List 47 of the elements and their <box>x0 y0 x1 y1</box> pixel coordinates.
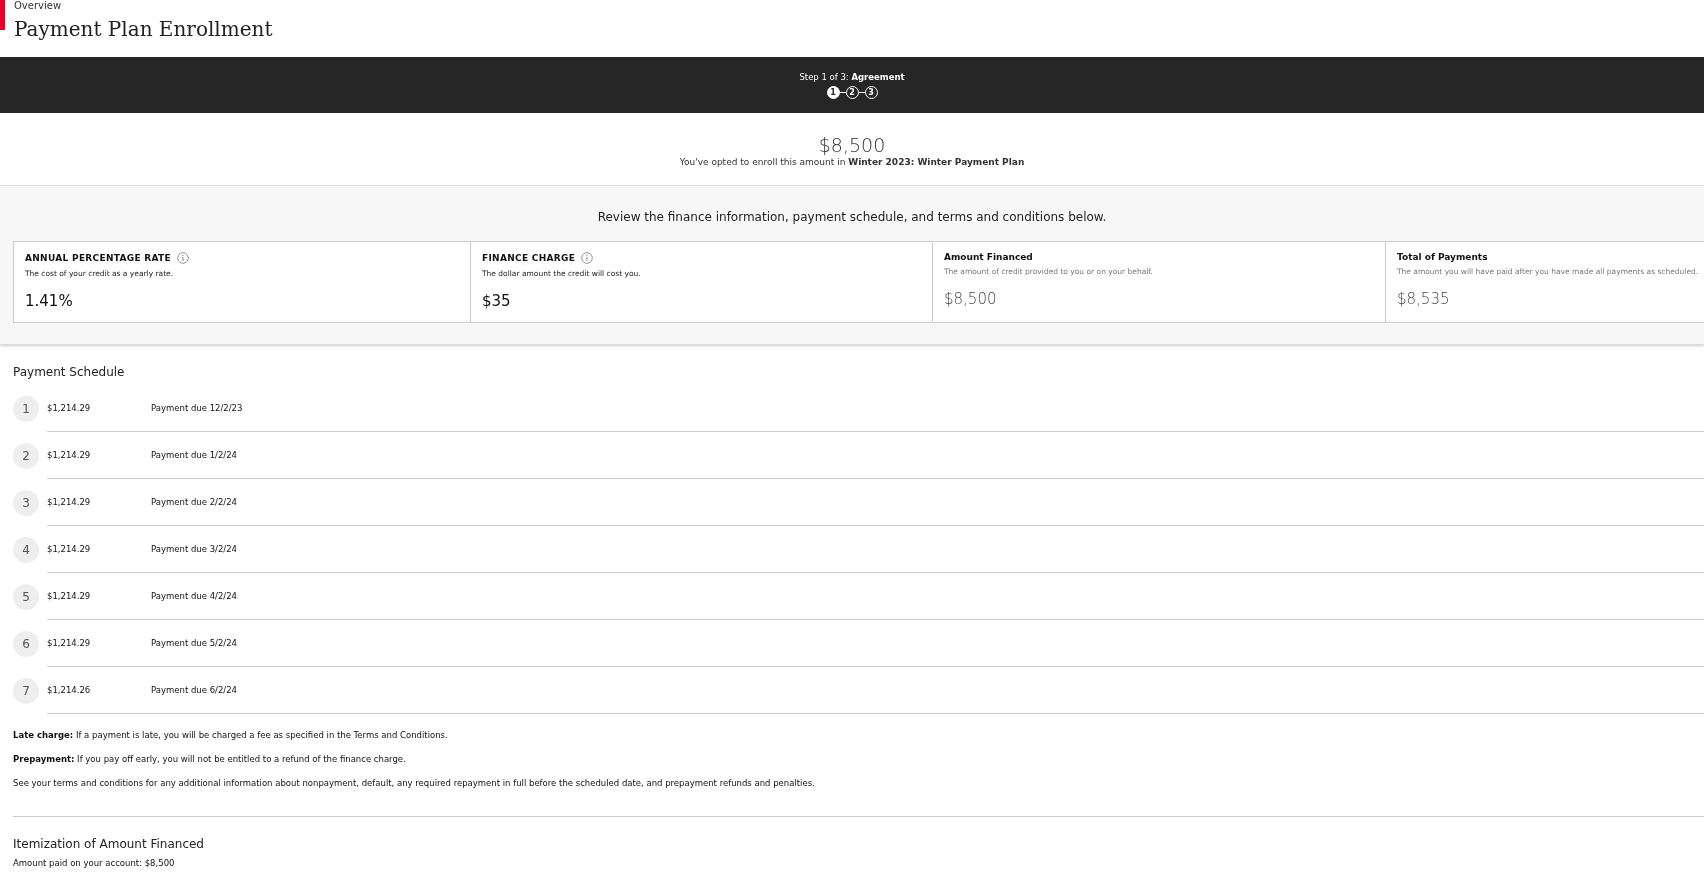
info-icon[interactable] <box>581 252 594 264</box>
payment-amount: $1,214.29 <box>47 544 92 554</box>
payment-due-date: Payment due 4/2/24 <box>151 591 237 601</box>
card-value: 1.41% <box>25 292 74 310</box>
payment-due-date: Payment due 3/2/24 <box>151 544 237 554</box>
card-title: ANNUAL PERCENTAGE RATE <box>25 253 171 263</box>
payment-amount: $1,214.29 <box>47 591 92 601</box>
itemization-text: Amount paid on your account: $8,500 <box>13 857 176 870</box>
step-connector <box>839 91 846 93</box>
step-label: Step 1 of 3: Agreement <box>799 71 905 82</box>
card-title: Amount Financed <box>944 252 1033 262</box>
section-heading: Itemization of Amount Financed <box>13 837 205 851</box>
accent-bar <box>0 0 5 30</box>
card-title: FINANCE CHARGE <box>482 253 576 263</box>
payment-due-date: Payment due 12/2/23 <box>151 403 243 413</box>
payment-amount: $1,214.29 <box>47 450 92 460</box>
terms-note: See your terms and conditions for any additional information about nonpayment, default, any required repayment in full before the scheduled date, and prepayment refunds and penalties. <box>13 777 816 790</box>
payment-due-date: Payment due 6/2/24 <box>151 685 237 695</box>
payment-number: 5 <box>13 583 39 610</box>
payment-amount: $1,214.26 <box>47 685 92 695</box>
payment-amount: $1,214.29 <box>47 497 92 507</box>
payment-number: 1 <box>13 395 39 422</box>
info-icon[interactable] <box>177 252 189 264</box>
plan-amount: $8,500 <box>818 133 886 157</box>
step-circle: 1 <box>826 85 840 99</box>
section-heading: Payment Schedule <box>13 365 126 379</box>
payment-due-date: Payment due 2/2/24 <box>151 497 237 507</box>
step-connector <box>858 91 865 93</box>
card-value: $8,535 <box>1397 290 1451 308</box>
finance-heading: Review the finance information, payment schedule, and terms and conditions below. <box>596 210 1108 224</box>
page-title: Payment Plan Enrollment <box>14 16 273 42</box>
terms-note: Late charge: If a payment is late, you will be charged a fee as specified in the Terms and Conditions. <box>13 729 449 742</box>
payment-due-date: Payment due 1/2/24 <box>151 450 237 460</box>
enrollment-text: You've opted to enroll this amount in Winter 2023: Winter Payment Plan <box>679 157 1025 167</box>
payment-number: 2 <box>13 442 39 469</box>
payment-number: 3 <box>13 489 39 516</box>
card-title: Total of Payments <box>1397 252 1488 262</box>
payment-due-date: Payment due 5/2/24 <box>151 638 237 648</box>
payment-number: 7 <box>13 677 39 704</box>
card-value: $8,500 <box>944 290 998 308</box>
payment-amount: $1,214.29 <box>47 403 92 413</box>
terms-note: Prepayment: If you pay off early, you will not be entitled to a refund of the finance charge. <box>13 753 407 766</box>
payment-number: 4 <box>13 536 39 563</box>
card-value: $35 <box>482 292 512 310</box>
breadcrumb-link[interactable]: Overview <box>14 0 273 12</box>
payment-number: 6 <box>13 630 39 657</box>
payment-amount: $1,214.29 <box>47 638 92 648</box>
